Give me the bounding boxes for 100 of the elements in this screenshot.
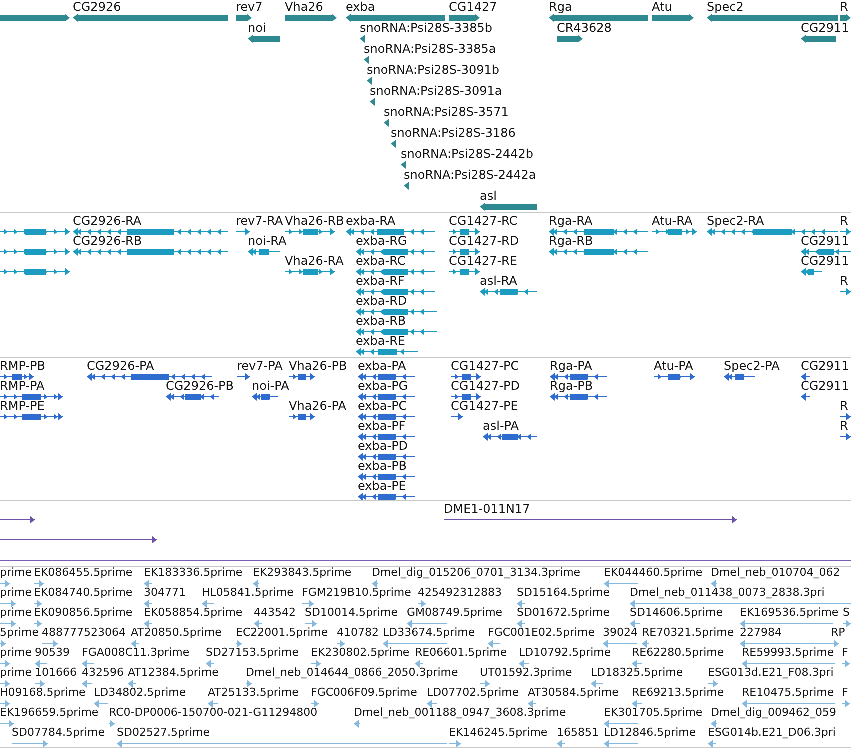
feature-label: 443542 — [254, 606, 296, 620]
feature-label: 425492312883 — [418, 586, 502, 600]
feature-label: CG2926 — [73, 0, 122, 14]
feature-label: Rga-RB — [549, 234, 594, 248]
feature-label: prime — [0, 606, 32, 620]
feature-label: AT30584.5prime — [528, 686, 619, 700]
feature-label: FGC001E02.5prime — [488, 626, 596, 640]
feature-label: RMP-PE — [0, 399, 45, 413]
feature-label: HL05841.5prime — [202, 586, 294, 600]
feature-label: SD02527.5prime — [117, 726, 210, 740]
feature-label: F — [842, 646, 848, 660]
feature-label: FGM219B10.5prime — [302, 586, 412, 600]
feature-label: exba-PD — [358, 439, 408, 453]
feature-label: exba-RF — [356, 274, 405, 288]
feature-label: exba-RB — [356, 314, 406, 328]
feature-label: Spec2-PA — [724, 359, 780, 373]
feature-label: CG1427-PC — [451, 359, 520, 373]
feature-label: 165851 — [557, 726, 599, 740]
feature-label: EK183336.5prime — [144, 566, 243, 580]
feature-label: Atu — [652, 0, 672, 14]
feature-label: 90539 — [35, 646, 70, 660]
feature-label: R — [840, 419, 848, 433]
feature-label: Vha26-RB — [285, 214, 344, 228]
feature-label: FGC006F09.5prime — [311, 686, 418, 700]
feature-label: exba-RG — [356, 234, 408, 248]
feature-label: CG2911 — [801, 254, 850, 268]
feature-label: S — [843, 606, 850, 620]
feature-label: EK293843.5prime — [253, 566, 352, 580]
feature-label: SD15164.5prime — [517, 586, 610, 600]
feature-label: LD10792.5prime — [519, 646, 612, 660]
feature-label: asl — [480, 189, 497, 203]
feature-label: Dmel_neb_010704_062 — [711, 566, 840, 580]
feature-label: 101666 — [35, 666, 77, 680]
feature-label: exba-PG — [358, 379, 408, 393]
feature-label: UT01592.3prime — [480, 666, 572, 680]
feature-label: EK044460.5prime — [604, 566, 703, 580]
feature-label: ESG013d.E21_F08.3pri — [708, 666, 834, 680]
feature-label: EC22001.5prime — [236, 626, 328, 640]
feature-label: Dmel_neb_011438_0073_2838.3pri — [630, 586, 825, 600]
feature-label: EK146245.5prime — [449, 726, 548, 740]
feature-label: prime — [0, 586, 32, 600]
feature-label: SD07784.5prime — [12, 726, 105, 740]
feature-label: CG1427-PE — [451, 399, 518, 413]
feature-label: EK230802.5prime — [311, 646, 410, 660]
feature-label: EK058854.5prime — [144, 606, 243, 620]
feature-label: Spec2 — [707, 0, 744, 14]
feature-label: exba-PE — [358, 479, 406, 493]
feature-label: prime — [0, 666, 32, 680]
feature-label: EK301705.5prime — [604, 706, 703, 720]
feature-label: exba-PA — [358, 359, 406, 373]
feature-label: R — [840, 399, 848, 413]
feature-label: EK084740.5prime — [34, 586, 133, 600]
feature-label: F — [842, 686, 848, 700]
feature-label: RE59993.5prime — [742, 646, 834, 660]
feature-label: 488777523064 — [42, 626, 126, 640]
feature-label: CG2926-PB — [166, 379, 234, 393]
feature-label: exba-PC — [358, 399, 408, 413]
feature-label: RMP-PB — [0, 359, 46, 373]
feature-label: LD12846.5prime — [604, 726, 696, 740]
feature-label: Atu-PA — [654, 359, 694, 373]
feature-label: Vha26-PA — [289, 399, 346, 413]
feature-label: RE06601.5prime — [415, 646, 508, 660]
feature-label: CG2926-RA — [73, 214, 142, 228]
feature-label: 304771 — [144, 586, 186, 600]
feature-label: 227984 — [740, 626, 782, 640]
feature-label: Rga-PA — [550, 359, 592, 373]
feature-label: EK090856.5prime — [34, 606, 133, 620]
feature-label: Rga-RA — [549, 214, 593, 228]
feature-label: exba-PB — [358, 459, 408, 473]
feature-label: SD10014.5prime — [305, 606, 398, 620]
feature-label: GM08749.5prime — [407, 606, 503, 620]
feature-label: DME1-011N17 — [444, 502, 530, 516]
feature-label: Dmel_dig_009462_059 — [711, 706, 837, 720]
feature-label: EK169536.5prime — [740, 606, 839, 620]
feature-label: exba-RA — [346, 214, 396, 228]
feature-label: CR43628 — [557, 21, 612, 35]
feature-label: Vha26-RA — [285, 254, 344, 268]
feature-label: exba-PF — [358, 419, 406, 433]
feature-label: snoRNA:Psi28S-3091b — [367, 63, 500, 77]
feature-label: LD07702.5prime — [427, 686, 520, 700]
feature-label: Atu-RA — [652, 214, 693, 228]
feature-label: exba-RE — [356, 334, 406, 348]
feature-label: RP — [831, 626, 846, 640]
feature-label: 410782 — [337, 626, 379, 640]
feature-label: 5prime — [0, 626, 40, 640]
feature-label: exba — [346, 0, 376, 14]
feature-label: FGA008C11.3prime — [82, 646, 190, 660]
feature-label: RMP-PA — [0, 379, 45, 393]
feature-label: snoRNA:Psi28S-3186 — [391, 126, 516, 140]
feature-label: CG1427 — [449, 0, 498, 14]
feature-label: CG1427-RC — [449, 214, 518, 228]
feature-label: SD01672.5prime — [517, 606, 610, 620]
feature-label: 39024 — [603, 626, 638, 640]
feature-label: RE62280.5prime — [632, 646, 724, 660]
feature-label: snoRNA:Psi28S-3385a — [364, 42, 496, 56]
feature-label: LD34802.5prime — [94, 686, 186, 700]
feature-label: AT12384.5prime — [128, 666, 219, 680]
feature-label: CG2926-PA — [87, 359, 154, 373]
feature-label: Dmel_neb_014644_0866_2050.3prime — [246, 666, 458, 680]
feature-label: snoRNA:Psi28S-3385b — [360, 21, 493, 35]
